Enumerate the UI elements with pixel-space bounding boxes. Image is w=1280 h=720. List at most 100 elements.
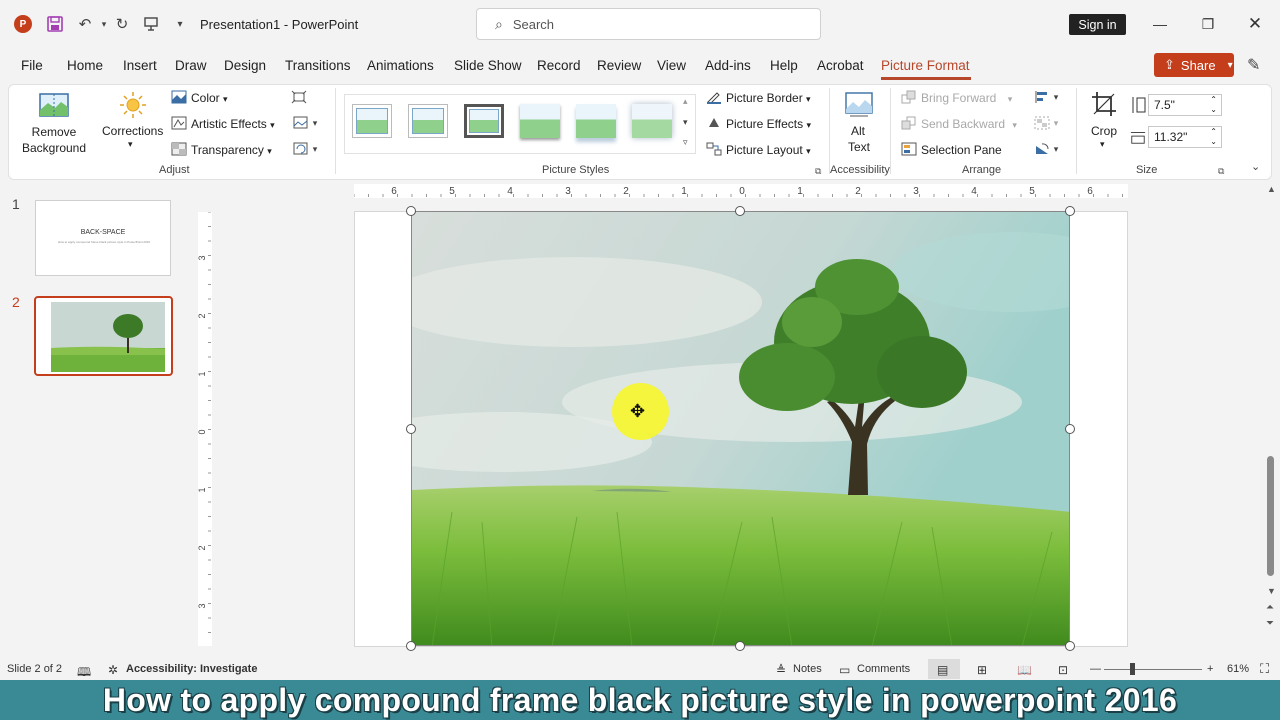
size-launcher-icon[interactable]: ⧉ bbox=[1218, 166, 1224, 177]
scroll-thumb[interactable] bbox=[1267, 456, 1274, 576]
resize-handle-right[interactable] bbox=[1065, 424, 1075, 434]
picture-effects-button[interactable]: Picture Effects ▾ bbox=[726, 117, 811, 131]
tab-design[interactable]: Design bbox=[224, 58, 266, 73]
selected-picture[interactable] bbox=[411, 211, 1070, 646]
reading-view-icon[interactable]: 📖 bbox=[1017, 663, 1032, 677]
slide-sorter-icon[interactable]: ⊞ bbox=[977, 663, 987, 677]
rotate-icon[interactable]: ▾ bbox=[1031, 142, 1061, 156]
tab-picture-format[interactable]: Picture Format bbox=[881, 58, 970, 73]
resize-handle-top-left[interactable] bbox=[406, 206, 416, 216]
share-button[interactable]: ⇪ Share ▾ bbox=[1154, 53, 1234, 77]
picture-style-1[interactable] bbox=[352, 104, 392, 138]
accessibility-icon[interactable]: ✲ bbox=[108, 663, 118, 677]
tab-animations[interactable]: Animations bbox=[367, 58, 434, 73]
restore-icon[interactable]: ❐ bbox=[1196, 12, 1220, 36]
picture-styles-launcher-icon[interactable]: ⧉ bbox=[815, 166, 821, 177]
vertical-scrollbar[interactable]: ▲ ▼ ⏶ ⏷ bbox=[1264, 184, 1278, 654]
reset-picture-icon[interactable]: ▾ bbox=[291, 142, 319, 156]
picture-style-2[interactable] bbox=[408, 104, 448, 138]
gallery-scroll-down-icon[interactable]: ▾ bbox=[683, 117, 688, 128]
scroll-down-icon[interactable]: ▼ bbox=[1267, 586, 1276, 596]
undo-dropdown-icon[interactable]: ▾ bbox=[94, 14, 114, 34]
resize-handle-top-right[interactable] bbox=[1065, 206, 1075, 216]
feedback-icon[interactable]: ✎ bbox=[1247, 55, 1260, 75]
picture-style-5[interactable] bbox=[576, 104, 616, 138]
resize-handle-bottom-left[interactable] bbox=[406, 641, 416, 651]
tab-slide-show[interactable]: Slide Show bbox=[454, 58, 522, 73]
notes-button[interactable]: Notes bbox=[793, 663, 822, 675]
zoom-out-icon[interactable]: — bbox=[1090, 663, 1101, 675]
crop-icon[interactable] bbox=[1090, 90, 1118, 118]
tab-insert[interactable]: Insert bbox=[123, 58, 157, 73]
tab-acrobat[interactable]: Acrobat bbox=[817, 58, 864, 73]
remove-background-label[interactable]: Remove Background bbox=[22, 124, 87, 156]
accessibility-status[interactable]: Accessibility: Investigate bbox=[126, 663, 257, 675]
slide-thumbnail-2[interactable] bbox=[34, 296, 173, 376]
compress-pictures-icon[interactable] bbox=[291, 90, 307, 104]
slide-show-icon[interactable]: ⊡ bbox=[1058, 663, 1068, 677]
tab-help[interactable]: Help bbox=[770, 58, 798, 73]
gallery-scroll-up-icon[interactable]: ▴ bbox=[683, 96, 688, 107]
sign-in-button[interactable]: Sign in bbox=[1069, 14, 1126, 35]
minimize-icon[interactable]: — bbox=[1148, 12, 1172, 36]
width-input[interactable]: 11.32" ⌃ ⌄ bbox=[1148, 126, 1222, 148]
tab-file[interactable]: File bbox=[21, 58, 43, 73]
alt-text-icon[interactable] bbox=[843, 91, 875, 119]
close-icon[interactable]: ✕ bbox=[1243, 12, 1267, 36]
send-backward-button[interactable]: Send Backward ▾ bbox=[921, 117, 1017, 131]
tab-add-ins[interactable]: Add-ins bbox=[705, 58, 751, 73]
crop-dropdown-icon[interactable]: ▾ bbox=[1100, 139, 1105, 150]
save-icon[interactable] bbox=[45, 14, 65, 34]
zoom-in-icon[interactable]: + bbox=[1207, 663, 1213, 675]
corrections-label[interactable]: Corrections bbox=[102, 124, 163, 138]
search-box[interactable]: ⌕ Search bbox=[476, 8, 821, 40]
corrections-icon[interactable] bbox=[118, 90, 148, 120]
color-button[interactable]: Color ▾ bbox=[191, 91, 228, 105]
height-spinner-icon[interactable]: ⌃ ⌄ bbox=[1210, 95, 1217, 115]
selection-pane-button[interactable]: Selection Pane bbox=[921, 143, 1002, 157]
zoom-slider-track[interactable] bbox=[1104, 669, 1202, 670]
slide-thumbnail-1[interactable]: BACK-SPACE How to apply compound frame b… bbox=[35, 200, 171, 276]
picture-layout-button[interactable]: Picture Layout ▾ bbox=[726, 143, 811, 157]
collapse-ribbon-icon[interactable]: ⌄ bbox=[1251, 160, 1260, 173]
next-slide-icon[interactable]: ⏷ bbox=[1266, 618, 1274, 629]
tab-draw[interactable]: Draw bbox=[175, 58, 207, 73]
comments-button[interactable]: Comments bbox=[857, 663, 910, 675]
height-input[interactable]: 7.5" ⌃ ⌄ bbox=[1148, 94, 1222, 116]
normal-view-icon[interactable]: ▤ bbox=[937, 663, 948, 677]
crop-label[interactable]: Crop bbox=[1091, 124, 1117, 138]
resize-handle-top[interactable] bbox=[735, 206, 745, 216]
tab-home[interactable]: Home bbox=[67, 58, 103, 73]
artistic-effects-button[interactable]: Artistic Effects ▾ bbox=[191, 117, 275, 131]
resize-handle-bottom-right[interactable] bbox=[1065, 641, 1075, 651]
redo-icon[interactable]: ↻ bbox=[112, 14, 132, 34]
change-picture-icon[interactable]: ▾ bbox=[291, 116, 319, 130]
resize-handle-bottom[interactable] bbox=[735, 641, 745, 651]
gallery-more-icon[interactable]: ▿ bbox=[683, 137, 688, 148]
zoom-level[interactable]: 61% bbox=[1227, 663, 1249, 675]
customize-toolbar-icon[interactable]: ▾ bbox=[170, 14, 190, 34]
scroll-up-icon[interactable]: ▲ bbox=[1267, 184, 1276, 194]
tab-view[interactable]: View bbox=[657, 58, 686, 73]
picture-style-4[interactable] bbox=[520, 104, 560, 138]
corrections-dropdown-icon[interactable]: ▾ bbox=[128, 139, 133, 150]
undo-icon[interactable]: ↶ bbox=[75, 14, 95, 34]
transparency-button[interactable]: Transparency ▾ bbox=[191, 143, 272, 157]
previous-slide-icon[interactable]: ⏶ bbox=[1266, 602, 1274, 613]
tab-review[interactable]: Review bbox=[597, 58, 641, 73]
alt-text-label-line2[interactable]: Text bbox=[848, 140, 870, 154]
picture-style-6[interactable] bbox=[632, 104, 672, 138]
present-icon[interactable] bbox=[141, 14, 161, 34]
alt-text-label-line1[interactable]: Alt bbox=[851, 124, 865, 138]
resize-handle-left[interactable] bbox=[406, 424, 416, 434]
tab-record[interactable]: Record bbox=[537, 58, 581, 73]
tab-transitions[interactable]: Transitions bbox=[285, 58, 351, 73]
picture-style-3[interactable] bbox=[464, 104, 504, 138]
remove-background-icon[interactable] bbox=[37, 91, 71, 119]
picture-border-button[interactable]: Picture Border ▾ bbox=[726, 91, 811, 105]
width-spinner-icon[interactable]: ⌃ ⌄ bbox=[1210, 127, 1217, 147]
bring-forward-button[interactable]: Bring Forward ▾ bbox=[921, 91, 1012, 105]
align-icon[interactable]: ▾ bbox=[1031, 90, 1061, 104]
zoom-slider-thumb[interactable] bbox=[1130, 663, 1135, 675]
fit-to-window-icon[interactable]: ⛶ bbox=[1260, 661, 1269, 677]
